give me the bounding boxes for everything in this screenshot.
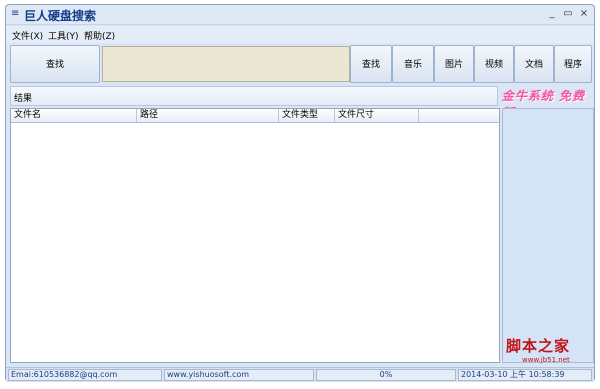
title-bar[interactable]: ≡ 巨人硬盘搜索 _ ▭ × [6,5,594,25]
menu-bar: 文件(X) 工具(Y) 帮助(Z) [6,26,594,43]
close-button[interactable]: × [578,8,590,20]
column-filename[interactable]: 文件名 [11,109,137,122]
search-input[interactable] [102,46,350,82]
filter-document-button[interactable]: 文档 [514,45,554,83]
watermark-url: www.jb51.net [522,356,570,364]
menu-file[interactable]: 文件(X) [12,29,43,42]
status-progress: 0% [316,369,456,381]
menu-help[interactable]: 帮助(Z) [84,29,115,42]
search-button[interactable]: 查找 [10,45,100,83]
window-title: 巨人硬盘搜索 [24,9,97,23]
column-filetype[interactable]: 文件类型 [279,109,335,122]
filter-image-button[interactable]: 图片 [434,45,474,83]
toolbar: 查找 查找 音乐 图片 视频 文档 程序 [10,45,592,85]
filter-program-button[interactable]: 程序 [554,45,592,83]
minimize-button[interactable]: _ [546,8,558,20]
column-header-row: 文件名 路径 文件类型 文件尺寸 [11,109,499,123]
results-list[interactable]: 文件名 路径 文件类型 文件尺寸 [10,108,500,363]
app-window: ≡ 巨人硬盘搜索 _ ▭ × 文件(X) 工具(Y) 帮助(Z) 查找 查找 音… [5,4,595,382]
promo-banner[interactable]: 金牛系统 免费版 [502,87,594,120]
status-website[interactable]: www.yishuosoft.com [164,369,314,381]
system-menu-icon[interactable]: ≡ [11,8,19,19]
filter-music-button[interactable]: 音乐 [392,45,434,83]
menu-tools[interactable]: 工具(Y) [48,29,79,42]
column-path[interactable]: 路径 [137,109,279,122]
side-panel [502,108,594,363]
results-label: 结果 [14,94,33,104]
filter-video-button[interactable]: 视频 [474,45,514,83]
filter-all-button[interactable]: 查找 [350,45,392,83]
column-filesize[interactable]: 文件尺寸 [335,109,419,122]
results-header: 结果 [10,86,498,106]
status-bar: Emai:610536882@qq.com www.yishuosoft.com… [6,367,594,382]
maximize-button[interactable]: ▭ [562,8,574,20]
watermark-logo: 脚本之家 [506,337,571,355]
status-email: Emai:610536882@qq.com [8,369,162,381]
status-datetime: 2014-03-10 上午 10:58:39 [458,369,592,381]
